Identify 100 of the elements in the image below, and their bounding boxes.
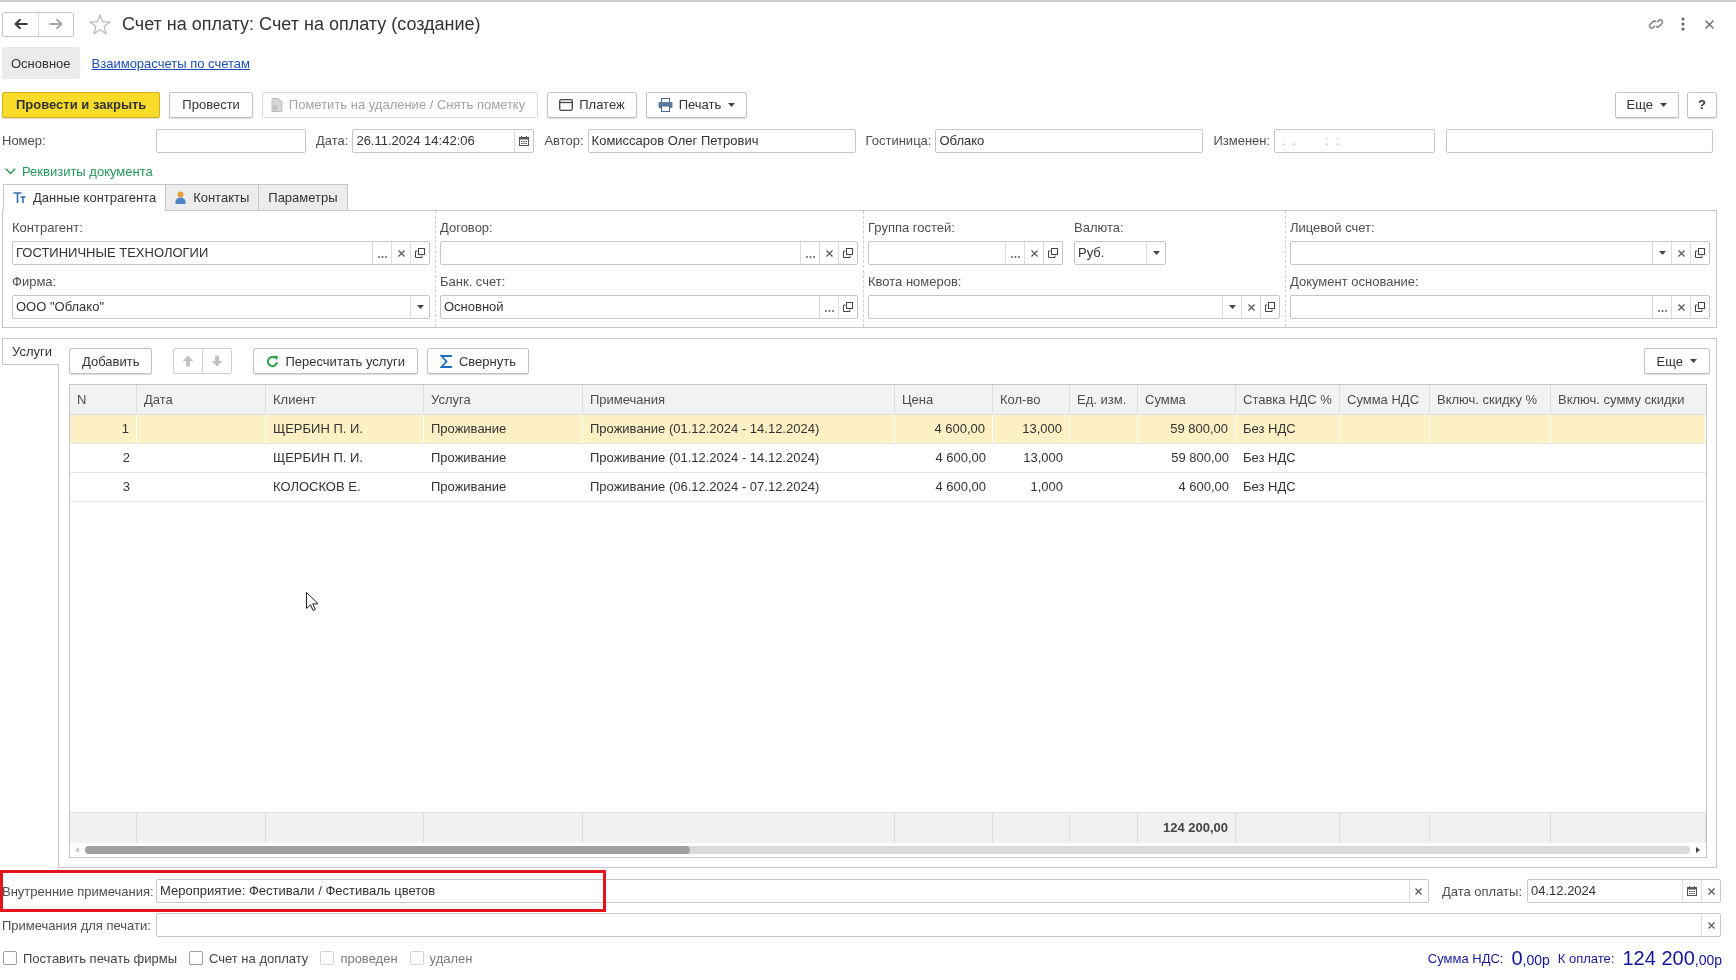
- clear-icon: [397, 249, 405, 257]
- table-cell-text: Без НДС: [1242, 478, 1297, 496]
- open-window-icon: [1265, 302, 1275, 312]
- scroll-right-icon[interactable]: [1696, 847, 1700, 853]
- collapse-button[interactable]: Свернуть: [426, 348, 529, 374]
- input-field[interactable]: 04.12.2024: [1527, 879, 1721, 903]
- column-header[interactable]: Включ. сумму скидки: [1551, 385, 1706, 414]
- column-header[interactable]: Сумма НДС: [1340, 385, 1430, 414]
- table-cell: 59 800,00: [1138, 415, 1236, 443]
- input-field[interactable]: [440, 241, 858, 265]
- open-window-icon: [415, 248, 425, 258]
- total-amount: 124 200,00р: [1622, 946, 1722, 970]
- field-label: Внутренние примечания:: [2, 883, 155, 899]
- more-button[interactable]: Еще: [1614, 91, 1679, 118]
- table-cell-text: 4 600,00: [934, 449, 987, 467]
- tab[interactable]: Параметры: [259, 184, 348, 211]
- window-icon: [559, 98, 574, 111]
- field-label: Примечания для печати:: [2, 917, 152, 933]
- tab[interactable]: Услуги: [2, 338, 59, 365]
- column-header[interactable]: Дата: [137, 385, 266, 414]
- clear-icon: [1415, 887, 1423, 895]
- star-icon[interactable]: [89, 13, 111, 35]
- table-cell: 13,000: [993, 415, 1070, 443]
- arrow-down-icon: [211, 355, 224, 367]
- column-header[interactable]: Примечания: [583, 385, 895, 414]
- input-field[interactable]: [156, 913, 1721, 937]
- field-label: Фирма:: [12, 273, 57, 291]
- section-toggle[interactable]: Реквизиты документа: [5, 163, 153, 179]
- table-cell-text: 1,000: [1029, 478, 1064, 496]
- input-field[interactable]: Руб.: [1074, 241, 1166, 265]
- input-field[interactable]: [868, 241, 1063, 265]
- sigma-icon: [439, 354, 453, 368]
- column-header[interactable]: Кол-во: [993, 385, 1070, 414]
- person-icon: [175, 191, 187, 204]
- input-field[interactable]: Облако: [935, 128, 1204, 153]
- input-field[interactable]: [1290, 241, 1710, 265]
- checkbox[interactable]: [189, 951, 203, 965]
- table-row[interactable]: 1 ЩЕРБИН П. И. Проживание Проживание (01.12.2024 - 14.12.2024) 4 600,00 13,000 59 800,00 Без НДС: [70, 415, 1706, 444]
- field-label: Дата:: [316, 133, 349, 148]
- column-header[interactable]: Клиент: [266, 385, 424, 414]
- open-window-icon: [843, 302, 853, 312]
- field-label: Гостиница:: [865, 133, 932, 148]
- table-cell: Проживание (01.12.2024 - 14.12.2024): [583, 415, 895, 443]
- table-cell-text: 4 600,00: [1177, 478, 1230, 496]
- checkbox-label: Счет на доплату: [209, 950, 309, 966]
- field-label: Лицевой счет:: [1290, 219, 1375, 237]
- section-link[interactable]: Взаиморасчеты по счетам: [82, 47, 259, 79]
- input-field[interactable]: Комиссаров Олег Петрович: [587, 128, 856, 153]
- print-button[interactable]: Печать: [645, 91, 748, 118]
- column-header[interactable]: Ставка НДС %: [1236, 385, 1340, 414]
- close-icon[interactable]: [1705, 19, 1714, 29]
- clear-icon: [1677, 303, 1685, 311]
- arrow-up-icon: [182, 355, 195, 367]
- total-label: Сумма НДС:: [1427, 950, 1504, 966]
- table-cell-text: 59 800,00: [1170, 449, 1230, 467]
- more-button[interactable]: Еще: [1643, 348, 1710, 374]
- table-row[interactable]: 3 КОЛОСКОВ Е. Проживание Проживание (06.12.2024 - 07.12.2024) 4 600,00 1,000 4 600,00 Без НДС: [70, 473, 1706, 502]
- checkbox-label: Поставить печать фирмы: [23, 950, 177, 966]
- section-tab[interactable]: Основное: [2, 47, 80, 79]
- clear-icon: [1707, 887, 1715, 895]
- refresh-icon: [266, 354, 280, 368]
- add-button[interactable]: Добавить: [69, 348, 153, 374]
- column-header[interactable]: Сумма: [1138, 385, 1236, 414]
- table-cell-text: Проживание (01.12.2024 - 14.12.2024): [589, 449, 821, 467]
- calendar-icon: [519, 135, 530, 146]
- tab[interactable]: Контакты: [166, 184, 260, 211]
- post-and-close-button[interactable]: Провести и закрыть: [2, 91, 161, 118]
- recalculate-button[interactable]: Пересчитать услуги: [253, 348, 418, 374]
- table-cell-text: Проживание: [430, 449, 508, 467]
- input-field[interactable]: ГОСТИНИЧНЫЕ ТЕХНОЛОГИИ: [12, 241, 430, 265]
- input-field[interactable]: [156, 128, 306, 153]
- column-header[interactable]: Включ. скидку %: [1430, 385, 1551, 414]
- input-field[interactable]: ООО "Облако": [12, 295, 430, 319]
- column-header[interactable]: Цена: [895, 385, 993, 414]
- document-icon: [270, 97, 283, 112]
- column-header[interactable]: Ед. изм.: [1070, 385, 1138, 414]
- column-header[interactable]: N: [70, 385, 137, 414]
- table-cell: 1: [70, 415, 137, 443]
- table-cell-text: КОЛОСКОВ Е.: [272, 478, 362, 496]
- caret-icon: [416, 305, 424, 309]
- table-cell: Проживание: [424, 415, 583, 443]
- post-button[interactable]: Провести: [169, 91, 253, 118]
- input-field[interactable]: [868, 295, 1280, 319]
- input-field[interactable]: Основной: [440, 295, 858, 319]
- caret-icon: [1152, 251, 1160, 255]
- calendar-icon: [1687, 886, 1697, 896]
- payment-button[interactable]: Платеж: [547, 91, 637, 118]
- scrollbar-thumb[interactable]: [85, 846, 690, 854]
- more-icon[interactable]: [1681, 17, 1685, 31]
- column-header[interactable]: Услуга: [424, 385, 583, 414]
- input-field[interactable]: [1446, 128, 1714, 153]
- input-field[interactable]: [1290, 295, 1710, 319]
- link-icon[interactable]: [1648, 16, 1664, 32]
- checkbox[interactable]: [3, 951, 17, 965]
- input-field[interactable]: 26.11.2024 14:42:06: [352, 128, 535, 153]
- table-row[interactable]: 2 ЩЕРБИН П. И. Проживание Проживание (01.12.2024 - 14.12.2024) 4 600,00 13,000 59 800,00 Без НДС: [70, 444, 1706, 473]
- field-label: Автор:: [544, 133, 584, 148]
- input-field[interactable]: Мероприятие: Фестивали / Фестиваль цветов: [156, 879, 1429, 903]
- help-button[interactable]: ?: [1687, 91, 1717, 118]
- tab[interactable]: Данные контрагента: [3, 184, 167, 211]
